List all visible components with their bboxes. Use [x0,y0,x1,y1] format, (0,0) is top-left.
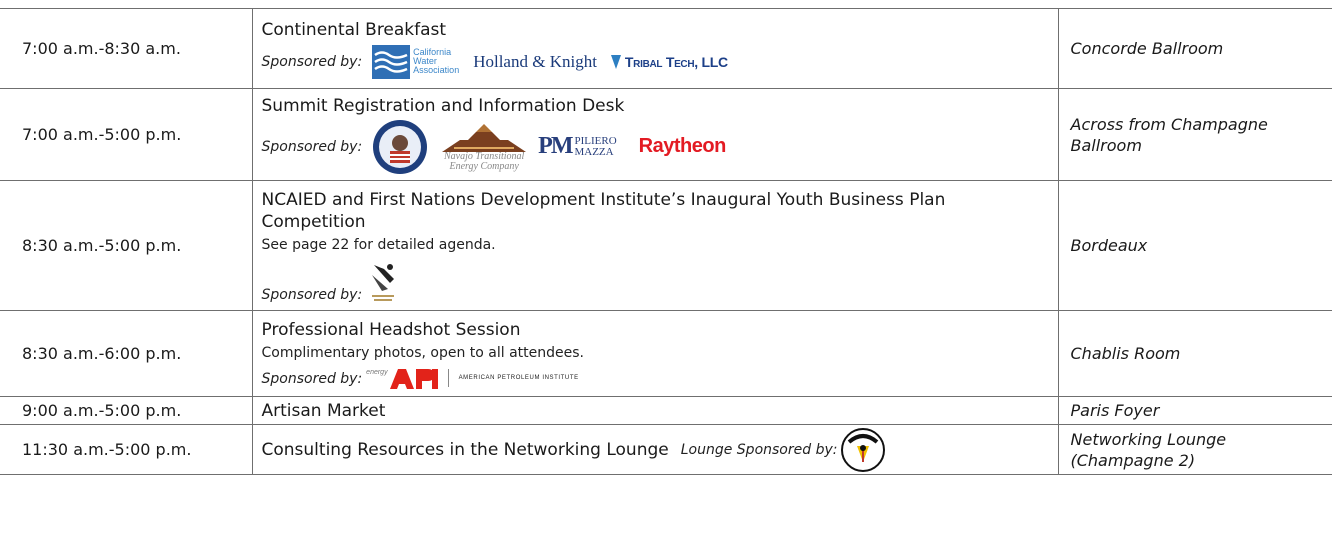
table-row: 8:30 a.m.-6:00 p.m. Professional Headsho… [0,310,1332,397]
sponsor-line: Sponsored by: California Water Associati… [261,44,1054,79]
doem-badge-icon [841,427,886,472]
sponsor-label: Sponsored by: [261,370,363,387]
event-description: Complimentary photos, open to all attend… [261,344,585,361]
api-logo: energy AMERICAN PETROLEUM INSTITUTE [366,368,579,389]
location-cell: Across from Champagne Ballroom [1058,88,1332,181]
first-nations-logo [368,261,398,303]
event-title: Consulting Resources in the Networking L… [261,439,669,460]
agenda-table: 7:00 a.m.-8:30 a.m. Continental Breakfas… [0,8,1332,475]
doem-logo [841,427,886,472]
tribal-tech-logo: Tribal Tech, LLC [610,53,728,70]
location-cell: Chablis Room [1058,310,1332,397]
time-cell: 9:00 a.m.-5:00 p.m. [0,396,253,425]
event-cell: Summit Registration and Information Desk… [252,88,1059,181]
time-cell: 8:30 a.m.-6:00 p.m. [0,310,253,397]
piliero-mazza-mark: PM [538,133,573,159]
event-description: See page 22 for detailed agenda. [261,236,496,253]
sponsor-label: Sponsored by: [261,138,363,155]
tribal-tech-mark-icon [610,54,621,69]
navajo-logo-text: Navajo Transitional Energy Company [444,150,525,172]
table-row: 7:00 a.m.-5:00 p.m. Summit Registration … [0,88,1332,181]
table-row: 11:30 a.m.-5:00 p.m. Consulting Resource… [0,424,1332,475]
table-row: 9:00 a.m.-5:00 p.m. Artisan Market Paris… [0,396,1332,425]
event-cell: NCAIED and First Nations Development Ins… [252,180,1059,311]
table-row: 7:00 a.m.-8:30 a.m. Continental Breakfas… [0,8,1332,89]
time-cell: 11:30 a.m.-5:00 p.m. [0,424,253,475]
event-title: Continental Breakfast [261,19,447,40]
sponsor-line: Sponsored by: [262,119,1054,175]
event-title: Summit Registration and Information Desk [261,95,625,116]
location-cell: Bordeaux [1058,180,1332,311]
seal-logo [372,119,428,175]
piliero-mazza-logo: PM PILIERO MAZZA [538,133,616,160]
event-title: Professional Headshot Session [261,319,521,340]
seal-icon [373,119,428,174]
api-name-text: AMERICAN PETROLEUM INSTITUTE [447,368,579,387]
location-cell: Concorde Ballroom [1058,8,1332,89]
sponsor-label: Sponsored by: [261,53,363,70]
holland-knight-logo: Holland & Knight [473,51,597,71]
cwa-logo-text: California Water Association [413,47,460,75]
table-row: 8:30 a.m.-5:00 p.m. NCAIED and First Nat… [0,180,1332,311]
location-cell: Networking Lounge (Champagne 2) [1058,424,1332,475]
california-water-association-logo: California Water Association [372,44,460,79]
event-cell: Continental Breakfast Sponsored by: Cali… [252,8,1059,89]
navajo-mountain-icon [442,123,527,152]
sponsor-line: Consulting Resources in the Networking L… [261,427,1054,472]
eagle-icon [372,263,395,301]
event-cell: Artisan Market [252,396,1059,425]
time-cell: 7:00 a.m.-8:30 a.m. [0,8,253,89]
api-energy-text: energy [366,368,388,376]
raytheon-logo: Raytheon [638,135,727,157]
api-mark-icon [389,368,438,389]
piliero-mazza-text: PILIERO MAZZA [574,134,617,158]
tribal-tech-text: Tribal Tech, LLC [624,53,728,70]
wave-icon [372,44,411,79]
event-title: NCAIED and First Nations Development Ins… [261,189,946,232]
location-cell: Paris Foyer [1058,396,1332,425]
sponsor-line: Sponsored by: energy AMERICAN PETROLEUM … [261,368,1054,389]
event-cell: Consulting Resources in the Networking L… [252,424,1059,475]
sponsor-label: Sponsored by: [261,286,363,303]
time-cell: 8:30 a.m.-5:00 p.m. [0,180,253,311]
navajo-transitional-energy-logo: Navajo Transitional Energy Company [442,122,527,172]
event-cell: Professional Headshot Session Compliment… [252,310,1059,397]
time-cell: 7:00 a.m.-5:00 p.m. [0,88,253,181]
event-title: Artisan Market [261,400,386,421]
sponsor-line: Sponsored by: [262,261,1054,303]
sponsor-label: Lounge Sponsored by: [680,441,838,458]
